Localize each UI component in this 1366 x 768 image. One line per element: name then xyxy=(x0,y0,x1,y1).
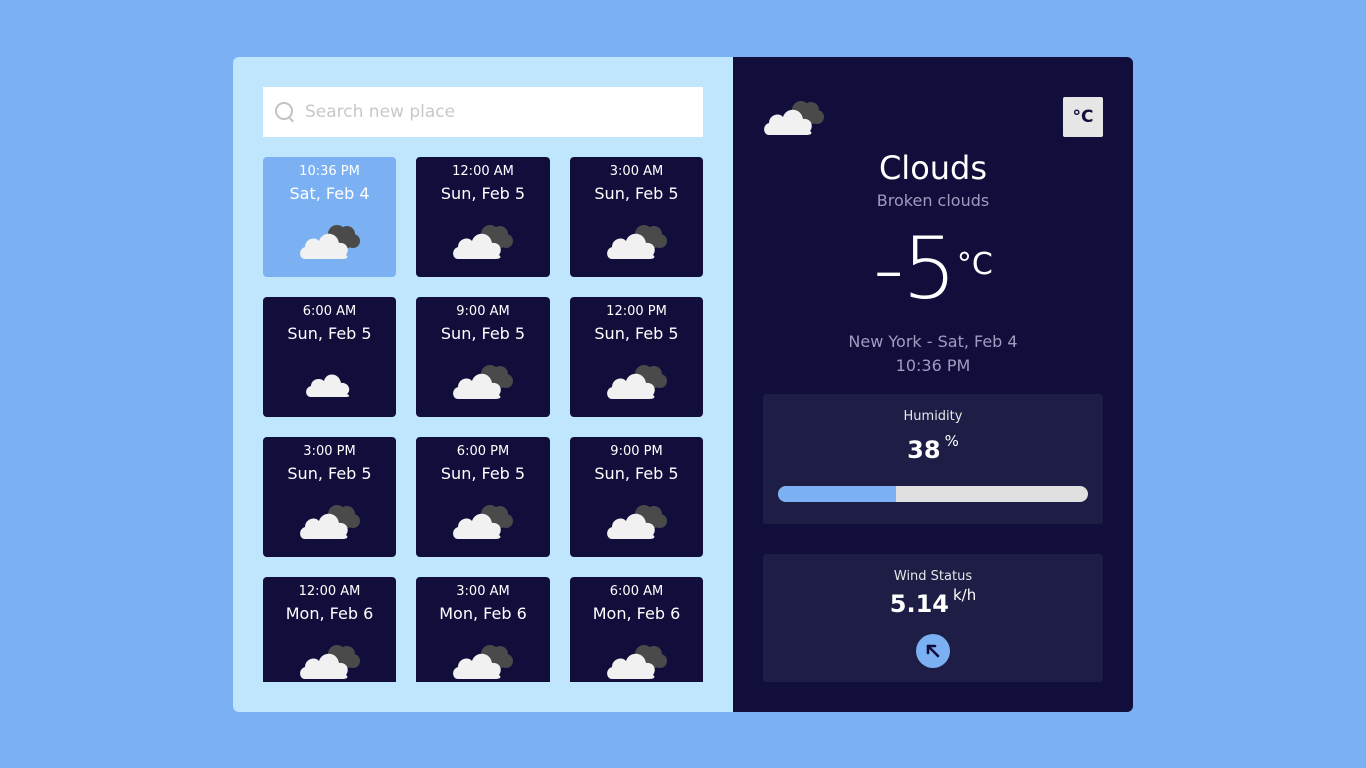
broken-clouds-icon xyxy=(604,359,670,403)
forecast-card[interactable]: 6:00 AM Mon, Feb 6 xyxy=(570,577,703,682)
broken-clouds-icon xyxy=(297,219,363,263)
broken-clouds-icon xyxy=(761,95,827,139)
forecast-date: Mon, Feb 6 xyxy=(592,604,681,623)
temperature-display: -5°C xyxy=(733,219,1133,319)
humidity-bar xyxy=(778,486,1088,502)
humidity-value-row: 38% xyxy=(763,432,1103,464)
forecast-date: Sun, Feb 5 xyxy=(594,324,679,343)
forecast-grid: 10:36 PM Sat, Feb 4 12:00 AM Sun, Feb 5 3:00… xyxy=(263,157,703,682)
forecast-date: Sat, Feb 4 xyxy=(289,184,370,203)
unit-toggle-button[interactable]: °C xyxy=(1063,97,1103,137)
forecast-date: Sun, Feb 5 xyxy=(440,324,526,343)
wind-value: 5.14 xyxy=(889,590,949,618)
forecast-time: 6:00 AM xyxy=(609,584,664,599)
temperature-value: -5 xyxy=(873,219,957,319)
forecast-card[interactable]: 12:00 PM Sun, Feb 5 xyxy=(570,297,703,417)
forecast-time: 3:00 AM xyxy=(609,164,664,179)
broken-clouds-icon xyxy=(297,499,363,543)
current-weather-panel: °C Clouds Broken clouds -5°C New York - … xyxy=(733,57,1133,712)
forecast-date: Sun, Feb 5 xyxy=(594,464,679,483)
forecast-card[interactable]: 6:00 PM Sun, Feb 5 xyxy=(416,437,550,557)
broken-clouds-icon xyxy=(604,499,670,543)
forecast-panel: 10:36 PMSat, Feb 412:00 AMSun, Feb 53:00… xyxy=(233,57,733,712)
forecast-card[interactable]: 9:00 PM Sun, Feb 5 xyxy=(570,437,703,557)
wind-direction-indicator xyxy=(916,634,950,668)
forecast-date: Sun, Feb 5 xyxy=(287,464,372,483)
wind-panel: Wind Status 5.14 k/h xyxy=(763,554,1103,682)
forecast-card[interactable]: 3:00 AM Sun, Feb 5 xyxy=(570,157,703,277)
forecast-date: Sun, Feb 5 xyxy=(440,464,526,483)
forecast-date: Sun, Feb 5 xyxy=(440,184,526,203)
forecast-date: Sun, Feb 5 xyxy=(287,324,372,343)
forecast-time: 9:00 PM xyxy=(610,444,663,459)
forecast-date: Mon, Feb 6 xyxy=(439,604,527,623)
forecast-card[interactable]: 3:00 AM Mon, Feb 6 xyxy=(416,577,550,682)
weather-app: 10:36 PMSat, Feb 412:00 AMSun, Feb 53:00… xyxy=(233,57,1133,712)
location-date: New York - Sat, Feb 4 xyxy=(848,332,1018,351)
arrow-up-left-icon xyxy=(926,644,940,658)
humidity-bar-fill xyxy=(778,486,896,502)
humidity-unit: % xyxy=(944,432,959,450)
search-bar[interactable] xyxy=(263,87,703,137)
broken-clouds-icon xyxy=(604,219,670,263)
search-icon[interactable] xyxy=(275,102,295,122)
broken-clouds-icon xyxy=(450,639,516,682)
current-time: 10:36 PM xyxy=(895,356,971,375)
broken-clouds-icon xyxy=(450,499,516,543)
wind-value-row: 5.14 k/h xyxy=(763,586,1103,618)
forecast-time: 12:00 AM xyxy=(298,584,361,599)
weather-description: Broken clouds xyxy=(876,191,990,210)
broken-clouds-icon xyxy=(604,639,670,682)
broken-clouds-icon xyxy=(450,219,516,263)
forecast-card[interactable]: 12:00 AM Mon, Feb 6 xyxy=(263,577,396,682)
forecast-time: 3:00 PM xyxy=(303,444,356,459)
forecast-time: 3:00 AM xyxy=(456,584,510,599)
forecast-time: 6:00 AM xyxy=(302,304,357,319)
forecast-card[interactable]: 9:00 AM Sun, Feb 5 xyxy=(416,297,550,417)
forecast-time: 12:00 AM xyxy=(452,164,514,179)
temperature-unit: °C xyxy=(956,247,993,282)
search-input[interactable] xyxy=(305,102,695,122)
forecast-date: Sun, Feb 5 xyxy=(594,184,679,203)
wind-label: Wind Status xyxy=(893,569,973,584)
humidity-value: 38 xyxy=(907,436,941,464)
wind-unit: k/h xyxy=(952,586,977,604)
location-info: New York - Sat, Feb 4 10:36 PM xyxy=(733,330,1133,378)
broken-clouds-icon xyxy=(450,359,516,403)
forecast-date: Mon, Feb 6 xyxy=(285,604,374,623)
humidity-panel: Humidity 38% xyxy=(763,394,1103,524)
broken-clouds-icon xyxy=(297,639,363,682)
cloud-icon xyxy=(297,359,363,403)
forecast-time: 12:00 PM xyxy=(606,304,667,319)
forecast-card[interactable]: 3:00 PM Sun, Feb 5 xyxy=(263,437,396,557)
forecast-card[interactable]: 12:00 AM Sun, Feb 5 xyxy=(416,157,550,277)
forecast-time: 10:36 PM xyxy=(299,164,360,179)
forecast-list[interactable]: 10:36 PM Sat, Feb 4 12:00 AM Sun, Feb 5 3:00… xyxy=(263,157,703,682)
forecast-card[interactable]: 10:36 PM Sat, Feb 4 xyxy=(263,157,396,277)
forecast-time: 6:00 PM xyxy=(456,444,510,459)
forecast-card[interactable]: 6:00 AM Sun, Feb 5 xyxy=(263,297,396,417)
weather-condition: Clouds xyxy=(878,149,988,187)
forecast-time: 9:00 AM xyxy=(456,304,510,319)
humidity-label: Humidity xyxy=(903,409,963,424)
